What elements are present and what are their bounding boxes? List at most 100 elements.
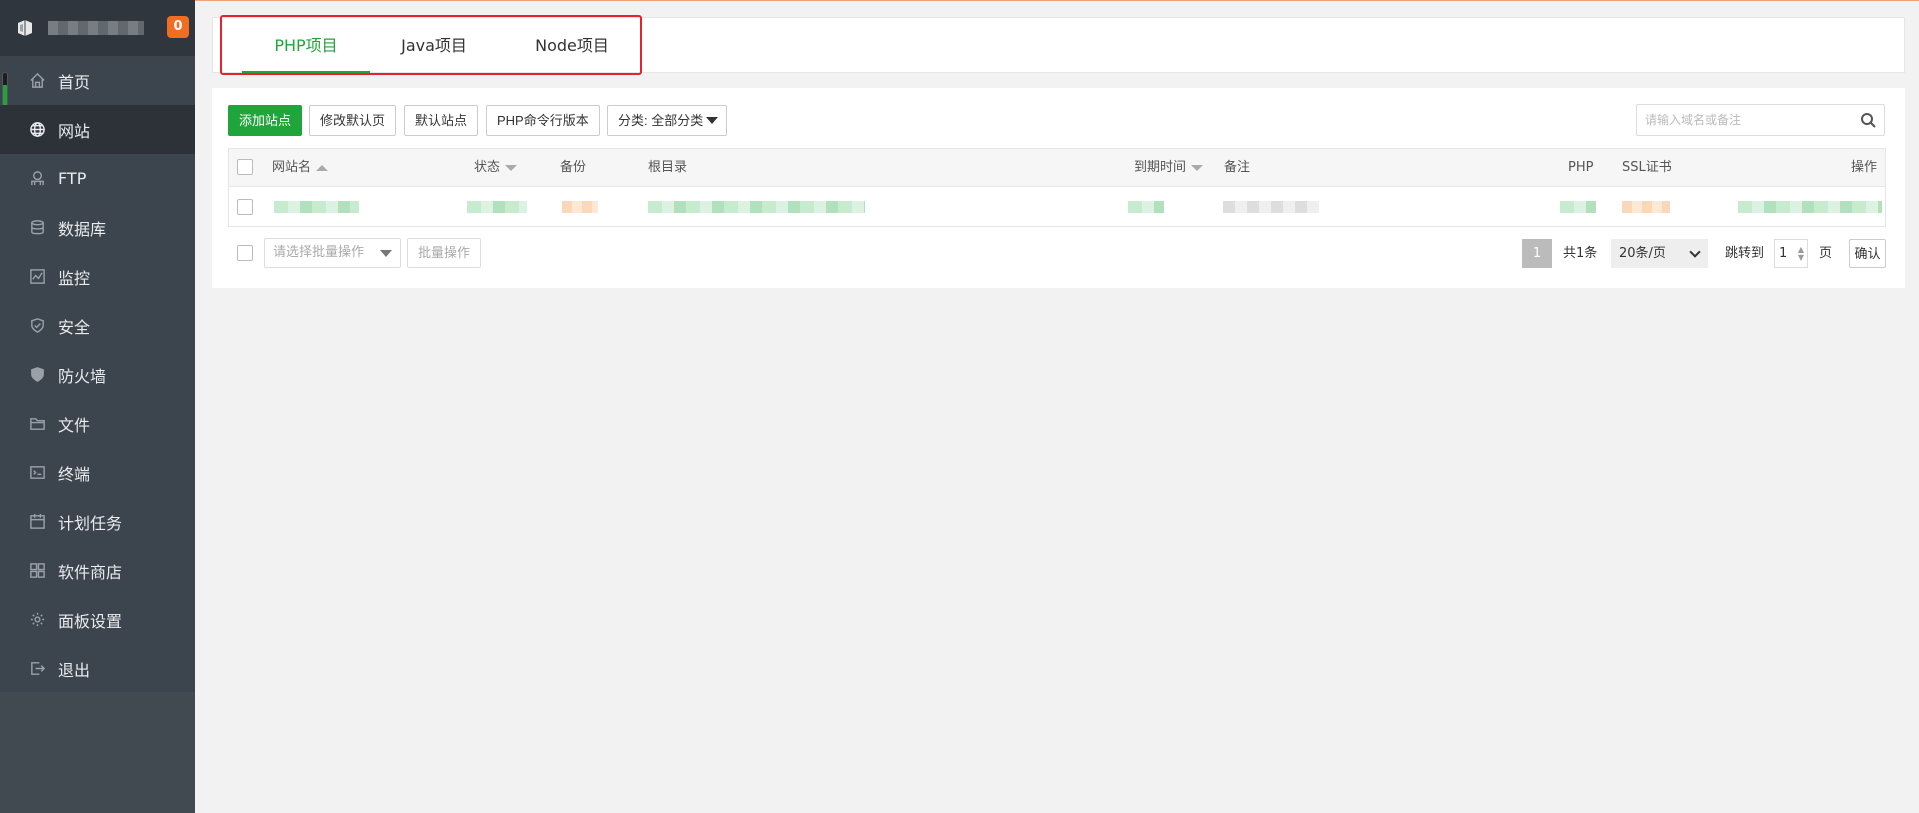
default-site-button[interactable]: 默认站点 <box>404 105 479 136</box>
ssl-blurred[interactable] <box>1622 201 1670 213</box>
sidebar-item-label: FTP <box>58 169 87 188</box>
monitor-icon <box>28 268 46 286</box>
sidebar-item-label: 防火墙 <box>58 366 107 386</box>
pagination-total: 共1条 <box>1563 246 1598 261</box>
column-label: 状态 <box>474 160 501 175</box>
jump-page-value: 1 <box>1779 246 1788 261</box>
sidebar-item-panel-settings[interactable]: 面板设置 <box>0 595 195 644</box>
table-row <box>229 187 1885 227</box>
database-icon <box>28 219 46 237</box>
column-remark: 备注 <box>1224 160 1251 175</box>
modify-default-page-button[interactable]: 修改默认页 <box>309 105 397 136</box>
shield-icon <box>28 317 46 335</box>
sidebar-item-terminal[interactable]: 终端 <box>0 448 195 497</box>
sort-desc-icon <box>1191 164 1204 171</box>
php-version-blurred[interactable] <box>1560 201 1596 213</box>
sidebar-item-files[interactable]: 文件 <box>0 399 195 448</box>
ftp-icon <box>28 170 46 188</box>
sidebar-item-home[interactable]: 首页 <box>0 56 195 105</box>
sidebar-item-label: 退出 <box>58 660 91 680</box>
sidebar-footer-area <box>0 692 195 813</box>
bulk-operation-select[interactable]: 请选择批量操作 <box>264 238 401 268</box>
bulk-select-checkbox[interactable] <box>237 245 253 261</box>
sidebar-item-label: 计划任务 <box>58 513 123 533</box>
column-label: 到期时间 <box>1134 160 1187 175</box>
search-box <box>1636 104 1885 136</box>
sidebar-item-website[interactable]: 网站 <box>0 105 195 154</box>
sidebar-item-app-store[interactable]: 软件商店 <box>0 546 195 595</box>
sidebar-item-label: 安全 <box>58 317 91 337</box>
folder-icon <box>28 415 46 433</box>
jump-page-input[interactable]: 1 ▲ ▼ <box>1774 239 1808 268</box>
column-label: 网站名 <box>272 160 312 175</box>
expire-time-blurred[interactable] <box>1128 201 1164 213</box>
stepper-arrows-icon[interactable]: ▲ ▼ <box>1798 246 1804 262</box>
column-site-name[interactable]: 网站名 <box>272 149 329 187</box>
notification-badge[interactable]: 0 <box>167 16 189 38</box>
sidebar-item-label: 面板设置 <box>58 611 123 631</box>
row-checkbox[interactable] <box>237 199 253 215</box>
column-php: PHP <box>1568 160 1594 175</box>
sidebar-item-label: 终端 <box>58 464 91 484</box>
sidebar-menu: 首页 网站 FTP 数据库 监控 安全 防火墙 文件 终端 计划任务 软件商店 … <box>0 56 195 693</box>
logout-icon <box>28 660 46 678</box>
server-name <box>48 21 144 35</box>
root-dir-blurred[interactable] <box>648 201 865 213</box>
jump-to-label: 跳转到 <box>1725 246 1765 261</box>
website-table: 网站名 状态 备份 根目录 到期时间 备注 PHP SSL证书 操作 <box>228 148 1886 227</box>
pagination-current-page[interactable]: 1 <box>1522 239 1552 268</box>
sidebar-item-ftp[interactable]: FTP <box>0 154 195 203</box>
tab-java-project[interactable]: Java项目 <box>370 18 498 73</box>
sidebar-item-label: 网站 <box>58 121 91 141</box>
gear-icon <box>28 611 46 629</box>
column-status[interactable]: 状态 <box>474 149 518 187</box>
terminal-icon <box>28 464 46 482</box>
project-tabs: PHP项目 Java项目 Node项目 <box>212 17 1905 73</box>
confirm-jump-button[interactable]: 确认 <box>1849 239 1886 268</box>
sidebar-item-database[interactable]: 数据库 <box>0 203 195 252</box>
sidebar-item-label: 数据库 <box>58 219 107 239</box>
category-select[interactable]: 分类: 全部分类 <box>607 105 727 136</box>
column-root-dir: 根目录 <box>648 160 688 175</box>
sort-desc-icon <box>505 164 518 171</box>
firewall-icon <box>28 366 46 384</box>
globe-icon <box>28 121 46 139</box>
sidebar-item-label: 软件商店 <box>58 562 123 582</box>
select-all-checkbox[interactable] <box>237 159 253 175</box>
tab-node-project[interactable]: Node项目 <box>498 18 646 73</box>
status-blurred[interactable] <box>467 201 527 213</box>
column-actions: 操作 <box>1851 160 1878 175</box>
website-list-panel: 添加站点 修改默认页 默认站点 PHP命令行版本 分类: 全部分类 网站名 状态… <box>212 88 1905 288</box>
page-unit-label: 页 <box>1819 246 1833 261</box>
column-ssl: SSL证书 <box>1622 160 1672 175</box>
backup-blurred[interactable] <box>562 201 598 213</box>
sidebar-item-logout[interactable]: 退出 <box>0 644 195 693</box>
sidebar-header: 0 <box>0 0 195 56</box>
tab-php-project[interactable]: PHP项目 <box>242 18 370 73</box>
logo-icon <box>18 20 32 36</box>
add-site-button[interactable]: 添加站点 <box>228 105 303 136</box>
sidebar-item-label: 监控 <box>58 268 91 288</box>
sidebar-item-security[interactable]: 安全 <box>0 301 195 350</box>
column-backup: 备份 <box>560 160 587 175</box>
remark-blurred[interactable] <box>1223 201 1319 213</box>
actions-blurred[interactable] <box>1738 201 1882 213</box>
sidebar-item-firewall[interactable]: 防火墙 <box>0 350 195 399</box>
top-accent-line <box>0 0 1919 1</box>
sidebar: 0 首页 网站 FTP 数据库 监控 安全 防火墙 文件 终端 计划任务 软件商… <box>0 0 195 813</box>
search-input[interactable] <box>1637 105 1847 135</box>
site-name-blurred[interactable] <box>274 201 359 213</box>
sidebar-item-cron[interactable]: 计划任务 <box>0 497 195 546</box>
sort-asc-icon <box>316 164 329 171</box>
sidebar-item-label: 文件 <box>58 415 91 435</box>
sidebar-item-monitor[interactable]: 监控 <box>0 252 195 301</box>
batch-operation-button[interactable]: 批量操作 <box>407 238 482 268</box>
table-header: 网站名 状态 备份 根目录 到期时间 备注 PHP SSL证书 操作 <box>229 149 1885 187</box>
php-cli-version-button[interactable]: PHP命令行版本 <box>486 105 600 136</box>
calendar-icon <box>28 513 46 531</box>
column-expire-time[interactable]: 到期时间 <box>1134 149 1204 187</box>
search-icon[interactable] <box>1860 112 1876 128</box>
home-icon <box>28 72 46 90</box>
per-page-select[interactable]: 20条/页 <box>1611 239 1708 268</box>
sidebar-item-label: 首页 <box>58 72 91 92</box>
